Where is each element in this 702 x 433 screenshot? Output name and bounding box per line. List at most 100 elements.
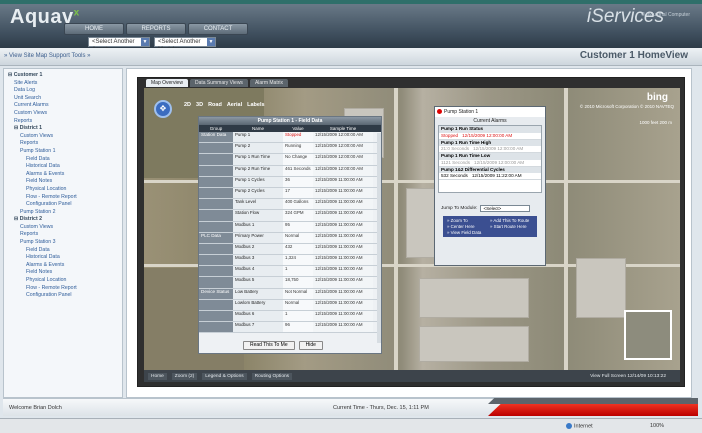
sidebar-item[interactable]: Custom Views [8, 133, 118, 141]
alarm-item[interactable]: Pump 1 Run Status Stopped 12/15/2009 12:00… [439, 126, 541, 140]
map-tab[interactable]: Data Summary Views [189, 79, 248, 87]
sidebar-item[interactable]: ⊟ District 1 [8, 125, 118, 133]
alarm-station-name[interactable]: Pump Station 1 [444, 109, 478, 115]
table-row[interactable]: Station Data Pump 1 Stopped 12/15/2009 12:0… [199, 132, 381, 144]
sidebar-item[interactable]: Unit Search [8, 95, 118, 103]
table-row[interactable]: Lowlom Battery Normal 12/15/2009 11:00:00 … [199, 299, 381, 311]
table-row[interactable]: Tank Level 400 Gallons 12/15/2009 11:00:00… [199, 199, 381, 211]
alarm-action-link[interactable]: » Zoom To [447, 218, 490, 223]
chevron-down-icon[interactable]: ▼ [141, 38, 149, 46]
sidebar-item[interactable]: Configuration Panel [8, 292, 118, 300]
sidebar-item[interactable]: Historical Data [8, 163, 118, 171]
app-header: Aquavx HOME REPORTS CONTACT <Select Anothe… [0, 0, 702, 53]
sidebar-item[interactable]: Site Alerts [8, 80, 118, 88]
field-data-rows: Station Data Pump 1 Stopped 12/15/2009 12:0… [199, 132, 381, 342]
table-row[interactable]: Modbus 1 95 12/15/2009 11:00:00 AM [199, 221, 381, 233]
sidebar-item[interactable]: ⊟ District 2 [8, 216, 118, 224]
row-time: 12/15/2009 11:00:00 AM [313, 176, 373, 187]
sidebar-item[interactable]: Reports [8, 140, 118, 148]
map-mode-option[interactable]: 2D [184, 102, 191, 108]
alarm-time: 12/15/2009 12:00:00 AM [462, 132, 513, 138]
hide-button[interactable]: Hide [298, 341, 323, 350]
minimap[interactable] [624, 310, 672, 360]
sidebar-item[interactable]: Alarms & Events [8, 262, 118, 270]
alarm-item[interactable]: Pump 1 Run Time Low 1121 Seconds 12/15/200… [439, 153, 541, 167]
row-time: 12/15/2009 11:00:00 AM [313, 288, 373, 299]
alarm-action-link[interactable]: » Start Route Here [490, 224, 533, 229]
sidebar-item[interactable]: Reports [8, 231, 118, 239]
sidebar-item-label: Configuration Panel [26, 292, 72, 299]
map-tab[interactable]: Map Overview [146, 79, 188, 87]
aerial-map[interactable]: ✥ 2D 3D Road Aerial Labels bing © 2010 Micro… [144, 88, 680, 370]
map-mode-option[interactable]: 3D [196, 102, 203, 108]
table-row[interactable]: Pump 2 Run Time 461 Seconds 12/15/2009 12:… [199, 165, 381, 177]
sidebar-item[interactable]: Data Log [8, 87, 118, 95]
nav-button-reports[interactable]: REPORTS [126, 23, 186, 35]
table-row[interactable]: Pump 2 Cycles 17 12/15/2009 11:00:00 AM [199, 187, 381, 200]
sidebar-item[interactable]: Custom Views [8, 110, 118, 118]
sidebar-item-label: District 2 [19, 216, 42, 223]
sidebar-item[interactable]: Current Alarms [8, 102, 118, 110]
sidebar-item[interactable]: Configuration Panel [8, 201, 118, 209]
sidebar-item[interactable]: Pump Station 3 [8, 239, 118, 247]
sidebar-item[interactable]: Reports [8, 118, 118, 126]
alarm-action-link[interactable]: » Center Here [447, 224, 490, 229]
sidebar-item[interactable]: Pump Station 1 [8, 148, 118, 156]
alarm-item[interactable]: Pump 1 Run Time High 21:0 Seconds 12/15/20… [439, 139, 541, 154]
table-row[interactable]: Pump 1 Run Time No Change 12/15/2009 12:00… [199, 154, 381, 166]
table-row[interactable]: Pump 1 Cycles 36 12/15/2009 11:00:00 AM [199, 176, 381, 188]
nav-button-contact[interactable]: CONTACT [188, 23, 248, 35]
table-row[interactable]: Modbus 4 1 12/15/2009 11:00:00 AM [199, 266, 381, 278]
sidebar-item[interactable]: Field Notes [8, 178, 118, 186]
sidebar-item[interactable]: Alarms & Events [8, 171, 118, 179]
table-row[interactable]: PLC Data Primary Power Normal 12/15/2009 11… [199, 232, 381, 244]
sidebar-item[interactable]: Flow - Remote Report [8, 194, 118, 202]
table-row[interactable]: Modbus 3 1,324 12/15/2009 11:00:00 AM [199, 255, 381, 267]
table-row[interactable]: Device Status Low Battery Not Normal 12/15/… [199, 288, 381, 300]
map-statusbar-right[interactable]: View Full Screen 12/14/09 10:13:22 [590, 374, 680, 379]
map-statusbar-item[interactable]: Routing Options [251, 372, 293, 380]
alarm-title: Current Alarms [473, 118, 507, 124]
zoom-level[interactable]: 100% [650, 423, 664, 429]
sidebar-item[interactable]: Field Notes [8, 269, 118, 277]
table-row[interactable]: Modbus 2 432 12/15/2009 11:00:00 AM [199, 243, 381, 256]
sidebar-item[interactable]: Physical Location [8, 277, 118, 285]
nav-button-home[interactable]: HOME [64, 23, 124, 35]
current-time: Current Time - Thurs, Dec. 15, 1:11 PM [333, 405, 429, 411]
jump-select[interactable]: <Select> [480, 205, 531, 212]
chevron-down-icon[interactable]: ▼ [207, 38, 215, 46]
subbar-links[interactable]: » View Site Map Support Tools » [4, 53, 91, 59]
scrollbar[interactable] [377, 133, 381, 343]
map-mode-option[interactable]: Aerial [227, 102, 242, 108]
map-mode-option[interactable]: Road [208, 102, 222, 108]
alarm-item[interactable]: Pump 1&2 Differential Cycles 532 Seconds 1… [439, 166, 541, 181]
alarm-value: 21:0 Seconds [441, 146, 470, 152]
sidebar-item[interactable]: Physical Location [8, 186, 118, 194]
read-aloud-button[interactable]: Read This To Me [243, 341, 295, 350]
map-statusbar-item[interactable]: Legend & Options [202, 372, 247, 380]
map-tab[interactable]: Alarm Matrix [249, 79, 288, 87]
map-mode-option[interactable]: Labels [247, 102, 264, 108]
table-row[interactable]: Pump 2 Running 12/15/2009 12:00:00 AM [199, 143, 381, 155]
alarm-action-link[interactable]: » Add This To Route [490, 218, 533, 223]
sidebar-item-label: Configuration Panel [26, 201, 72, 208]
sidebar-item[interactable]: Flow - Remote Report [8, 285, 118, 293]
table-row[interactable]: Station Flow 324 GPM 12/15/2009 11:00:00 A… [199, 210, 381, 222]
sidebar-item[interactable]: Pump Station 2 [8, 209, 118, 217]
map-statusbar-item[interactable]: Zoom (2) [171, 372, 198, 380]
map-navigation-icon[interactable]: ✥ [154, 100, 172, 118]
select-module[interactable]: <Select Another Module>▼ [154, 37, 216, 53]
table-row[interactable]: Modbus 7 96 12/15/2009 11:00:00 AM [199, 322, 381, 334]
sidebar-item[interactable]: ⊟ Customer 1 [8, 72, 118, 80]
select-asset[interactable]: <Select Another Asset>▼ [88, 37, 150, 53]
table-row[interactable]: Modbus 6 1 12/15/2009 11:00:00 AM [199, 311, 381, 323]
sidebar-item-label: District 1 [19, 125, 42, 132]
sidebar-item[interactable]: Historical Data [8, 254, 118, 262]
map-statusbar-item[interactable]: Home [148, 372, 167, 380]
sidebar-item[interactable]: Field Data [8, 156, 118, 164]
alarm-action-link[interactable]: » View Field Data [447, 230, 490, 235]
table-row[interactable]: Modbus 5 18,750 12/15/2009 11:00:00 AM [199, 277, 381, 289]
sidebar-item[interactable]: Custom Views [8, 224, 118, 232]
row-group [199, 165, 233, 176]
sidebar-item[interactable]: Field Data [8, 247, 118, 255]
